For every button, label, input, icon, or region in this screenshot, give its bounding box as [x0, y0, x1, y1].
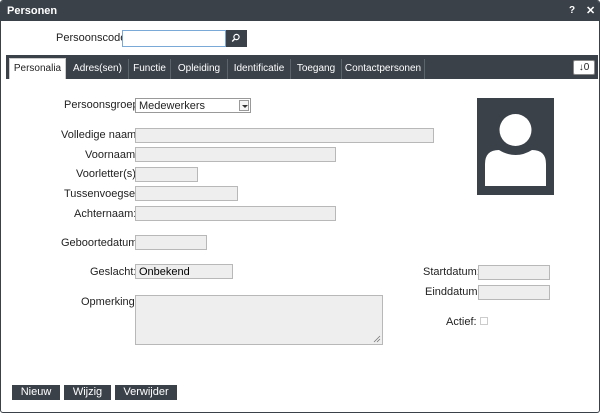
einddatum-label: Einddatum: [425, 286, 481, 298]
chevron-down-icon [239, 100, 249, 111]
tab-functie[interactable]: Functie [129, 59, 171, 79]
startdatum-field[interactable] [478, 265, 550, 280]
tab-bar: Personalia Adres(sen) Functie Opleiding … [6, 55, 598, 79]
persoonsgroep-value: Medewerkers [139, 100, 206, 112]
voorletters-field[interactable] [135, 167, 198, 182]
sort-button[interactable]: ↓0 [573, 60, 595, 75]
personen-window: Personen ? ✕ Persoonscode: Personalia Ad… [0, 0, 600, 413]
persoonscode-label: Persoonscode: [56, 32, 130, 44]
tab-opleiding[interactable]: Opleiding [171, 59, 228, 79]
tab-personalia[interactable]: Personalia [9, 58, 66, 79]
tab-contactpersonen[interactable]: Contactpersonen [342, 59, 425, 79]
geboortedatum-label: Geboortedatum: [61, 237, 141, 249]
opmerking-label: Opmerking: [81, 296, 138, 308]
actief-checkbox[interactable] [480, 317, 488, 325]
help-icon[interactable]: ? [569, 5, 575, 16]
einddatum-field[interactable] [478, 285, 550, 300]
geboortedatum-field[interactable] [135, 235, 207, 250]
search-button[interactable] [226, 30, 247, 47]
geslacht-field[interactable]: Onbekend [135, 264, 233, 279]
tab-toegang[interactable]: Toegang [291, 59, 342, 79]
volledige-naam-label: Volledige naam: [61, 129, 140, 141]
search-icon [231, 33, 240, 42]
actief-label: Actief: [446, 316, 477, 328]
tussenvoegsel-field[interactable] [135, 186, 238, 201]
opmerking-textarea[interactable] [135, 295, 383, 345]
startdatum-label: Startdatum: [423, 266, 480, 278]
volledige-naam-field[interactable] [135, 128, 434, 143]
voornaam-field[interactable] [135, 147, 336, 162]
achternaam-label: Achternaam: [74, 208, 137, 220]
geslacht-value: Onbekend [139, 266, 190, 278]
tab-adressen[interactable]: Adres(sen) [67, 59, 129, 79]
verwijder-button[interactable]: Verwijder [115, 385, 177, 400]
tab-identificatie[interactable]: Identificatie [228, 59, 291, 79]
tussenvoegsel-label: Tussenvoegsel: [64, 188, 141, 200]
persoonscode-input[interactable] [122, 30, 226, 47]
person-placeholder-icon [485, 114, 546, 186]
resize-grip-icon[interactable] [373, 335, 381, 343]
achternaam-field[interactable] [135, 206, 336, 221]
title-bar: Personen ? ✕ [1, 1, 599, 21]
persoonsgroep-select[interactable]: Medewerkers [135, 98, 251, 113]
voorletters-label: Voorletter(s): [76, 168, 139, 180]
persoonsgroep-label: Persoonsgroep: [64, 99, 142, 111]
window-title: Personen [7, 5, 58, 17]
wijzig-button[interactable]: Wijzig [64, 385, 111, 400]
geslacht-label: Geslacht: [90, 266, 137, 278]
nieuw-button[interactable]: Nieuw [12, 385, 60, 400]
avatar [477, 98, 554, 195]
close-icon[interactable]: ✕ [586, 4, 595, 17]
voornaam-label: Voornaam: [85, 149, 139, 161]
